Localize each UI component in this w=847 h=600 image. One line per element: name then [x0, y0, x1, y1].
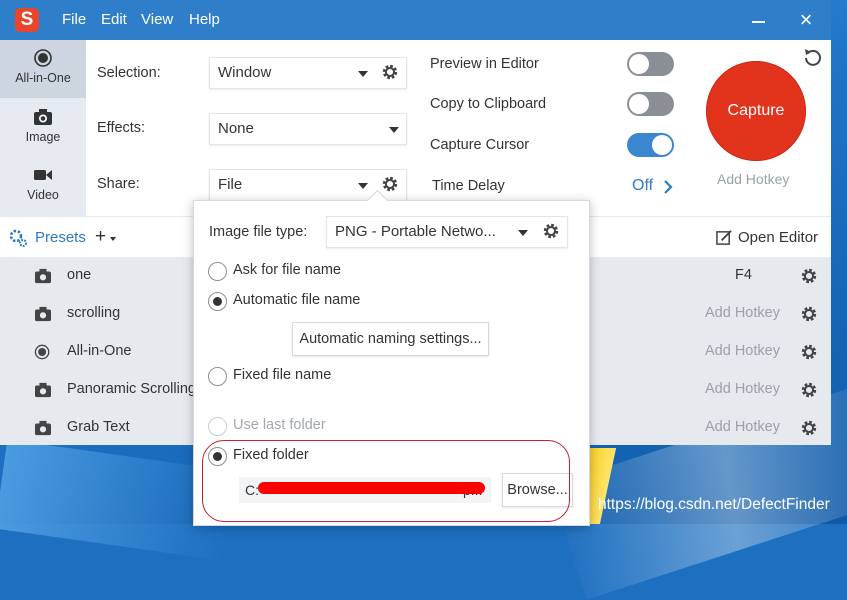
preview-in-editor-label: Preview in Editor: [430, 56, 539, 72]
close-button[interactable]: ×: [796, 9, 816, 31]
gear-icon[interactable]: [800, 343, 818, 361]
share-label: Share:: [97, 176, 140, 192]
fixed-file-name-label[interactable]: Fixed file name: [233, 367, 331, 383]
add-preset-button[interactable]: +: [95, 226, 106, 248]
gear-icon[interactable]: [800, 305, 818, 323]
effects-dropdown[interactable]: None: [209, 113, 407, 145]
capture-cursor-label: Capture Cursor: [430, 137, 530, 153]
use-last-folder-label: Use last folder: [233, 417, 326, 433]
title-bar: S File Edit View Help ×: [0, 0, 831, 40]
image-file-type-value: PNG - Portable Netwo...: [335, 223, 496, 240]
capture-type-tabs: All-in-One Image Video: [0, 40, 86, 216]
tab-image[interactable]: Image: [0, 99, 86, 157]
camera-icon: [35, 382, 51, 398]
watermark-text: https://blog.csdn.net/DefectFinder: [598, 496, 830, 513]
edit-icon[interactable]: [716, 229, 733, 246]
preset-hotkey[interactable]: Add Hotkey: [705, 343, 780, 359]
toggle-knob: [629, 54, 649, 74]
time-delay-label: Time Delay: [432, 178, 505, 194]
menu-edit[interactable]: Edit: [101, 11, 127, 28]
tab-label: All-in-One: [15, 71, 71, 85]
chevron-down-icon: [358, 71, 368, 77]
selection-dropdown[interactable]: Window: [209, 57, 407, 89]
copy-to-clipboard-toggle[interactable]: [627, 92, 674, 116]
effects-value: None: [218, 120, 254, 137]
gear-icon[interactable]: [800, 381, 818, 399]
preview-in-editor-toggle[interactable]: [627, 52, 674, 76]
share-gear-icon[interactable]: [381, 175, 399, 193]
reset-icon[interactable]: [803, 47, 823, 67]
automatic-file-name-radio[interactable]: [208, 292, 227, 311]
chevron-down-icon[interactable]: [110, 237, 116, 241]
selection-value: Window: [218, 64, 272, 81]
toggle-knob: [652, 135, 672, 155]
tab-video[interactable]: Video: [0, 157, 86, 215]
fixed-file-name-radio[interactable]: [208, 367, 227, 386]
file-type-gear-icon[interactable]: [542, 222, 560, 240]
copy-to-clipboard-label: Copy to Clipboard: [430, 96, 547, 112]
share-value: File: [218, 176, 243, 193]
camera-icon: [35, 420, 51, 436]
chevron-down-icon: [518, 230, 528, 236]
chevron-down-icon: [358, 183, 368, 189]
ask-file-name-label[interactable]: Ask for file name: [233, 262, 341, 278]
selection-label: Selection:: [97, 65, 161, 81]
tab-label: Video: [27, 188, 59, 202]
capture-cursor-toggle[interactable]: [627, 133, 674, 157]
snagit-logo-icon: S: [15, 8, 39, 32]
preset-hotkey[interactable]: F4: [735, 267, 752, 283]
minimize-button[interactable]: [748, 10, 768, 30]
camera-icon: [35, 306, 51, 322]
preset-name: Panoramic Scrolling: [67, 381, 196, 397]
capture-button[interactable]: Capture: [706, 61, 806, 161]
chevron-down-icon: [389, 127, 399, 133]
automatic-naming-settings-button[interactable]: Automatic naming settings...: [292, 322, 489, 356]
tab-all-in-one[interactable]: All-in-One: [0, 40, 86, 98]
open-editor-button[interactable]: Open Editor: [738, 229, 818, 246]
annotation-circle: [202, 440, 570, 522]
all-in-one-icon: [34, 49, 52, 67]
automatic-file-name-label[interactable]: Automatic file name: [233, 292, 360, 308]
presets-label[interactable]: Presets: [35, 229, 86, 246]
preset-hotkey[interactable]: Add Hotkey: [705, 305, 780, 321]
tab-label: Image: [25, 130, 61, 144]
chevron-right-icon[interactable]: [663, 180, 673, 194]
use-last-folder-radio: [208, 417, 227, 436]
menu-file[interactable]: File: [62, 11, 86, 28]
capture-add-hotkey[interactable]: Add Hotkey: [717, 171, 789, 187]
image-file-type-dropdown[interactable]: PNG - Portable Netwo...: [326, 216, 568, 248]
time-delay-value[interactable]: Off: [632, 177, 653, 195]
gear-icon[interactable]: [800, 267, 818, 285]
preset-name: Grab Text: [67, 419, 130, 435]
selection-gear-icon[interactable]: [381, 63, 399, 81]
preset-hotkey[interactable]: Add Hotkey: [705, 381, 780, 397]
ask-file-name-radio[interactable]: [208, 262, 227, 281]
toggle-knob: [629, 94, 649, 114]
camera-icon: [35, 268, 51, 284]
image-file-type-label: Image file type:: [209, 224, 308, 240]
preset-name: one: [67, 267, 92, 283]
camera-icon: [34, 109, 52, 125]
menu-view[interactable]: View: [141, 11, 173, 28]
gear-icon[interactable]: [800, 419, 818, 437]
preset-name: scrolling: [67, 305, 121, 321]
all-in-one-icon: [34, 344, 50, 360]
menu-help[interactable]: Help: [189, 11, 220, 28]
preset-name: All-in-One: [67, 343, 132, 359]
effects-label: Effects:: [97, 120, 146, 136]
video-camera-icon: [34, 170, 52, 180]
preset-hotkey[interactable]: Add Hotkey: [705, 419, 780, 435]
presets-gear-icon[interactable]: [8, 228, 28, 248]
